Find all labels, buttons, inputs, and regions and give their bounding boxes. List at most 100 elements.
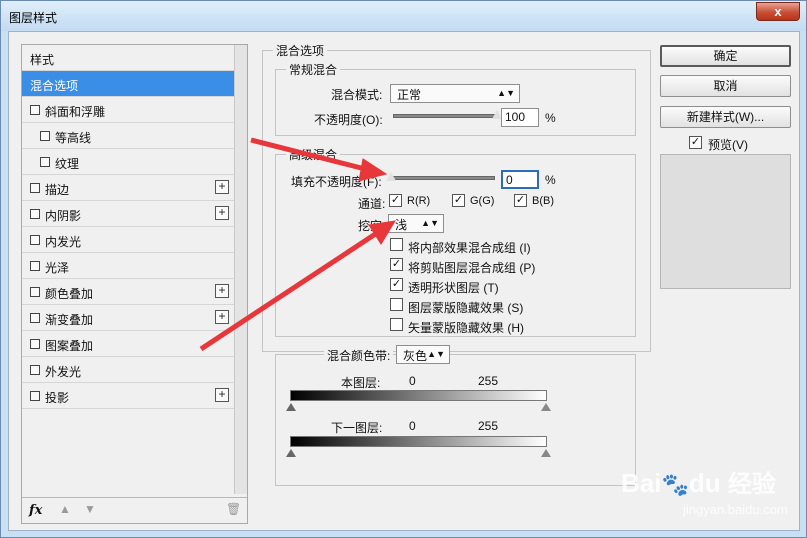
style-list-item[interactable]: 描边 +: [22, 175, 235, 201]
blend-mode-value: 正常: [397, 88, 422, 102]
add-style-instance-button[interactable]: +: [215, 284, 229, 298]
style-checkbox[interactable]: [30, 209, 40, 219]
style-checkbox[interactable]: [40, 131, 50, 141]
this-layer-min: 0: [409, 374, 416, 388]
style-checkbox[interactable]: [30, 339, 40, 349]
window-title: 图层样式: [9, 11, 58, 25]
advanced-option-label: 矢量蒙版隐藏效果 (H): [408, 321, 524, 335]
add-style-instance-button[interactable]: +: [215, 180, 229, 194]
style-list-item-label: 渐变叠加: [45, 313, 94, 327]
advanced-option-checkbox[interactable]: ✓: [390, 258, 403, 271]
move-down-icon[interactable]: ▼: [84, 502, 96, 516]
style-list-item[interactable]: 等高线: [22, 123, 235, 149]
style-checkbox[interactable]: [30, 261, 40, 271]
style-list-item[interactable]: 斜面和浮雕: [22, 97, 235, 123]
watermark-brand2: du: [688, 468, 721, 498]
add-style-instance-button[interactable]: +: [215, 310, 229, 324]
style-checkbox[interactable]: [30, 235, 40, 245]
advanced-option-label: 将内部效果混合成组 (I): [408, 241, 531, 255]
style-list-item-label: 描边: [45, 183, 70, 197]
style-list-item-label: 光泽: [45, 261, 70, 275]
cancel-button[interactable]: 取消: [660, 75, 791, 97]
baidu-watermark: Bai🐾du 经验: [621, 464, 776, 499]
fx-menu-button[interactable]: fx: [29, 503, 42, 518]
blend-mode-label: 混合模式:: [331, 88, 383, 102]
style-list-item[interactable]: 光泽: [22, 253, 235, 279]
blending-options-title: 混合选项: [273, 42, 328, 59]
style-list-item[interactable]: 内阴影 +: [22, 201, 235, 227]
style-list-item[interactable]: 外发光: [22, 357, 235, 383]
style-list-item-label: 内阴影: [45, 209, 82, 223]
style-list-item-label: 内发光: [45, 235, 82, 249]
channel-label: B(B): [532, 195, 554, 207]
add-style-instance-button[interactable]: +: [215, 206, 229, 220]
style-list-item[interactable]: 纹理: [22, 149, 235, 175]
advanced-option-checkbox[interactable]: [390, 298, 403, 311]
below-layer-black-handle[interactable]: [286, 449, 296, 457]
knockout-select[interactable]: 浅 ▲▼: [388, 214, 444, 233]
opacity-slider[interactable]: [393, 114, 497, 118]
style-preview-swatch: [660, 154, 791, 289]
this-layer-black-handle[interactable]: [286, 403, 296, 411]
style-checkbox[interactable]: [30, 105, 40, 115]
opacity-input[interactable]: 100: [501, 108, 539, 127]
channel-label: R(R): [407, 195, 431, 207]
style-checkbox[interactable]: [40, 157, 50, 167]
close-icon: x: [774, 4, 782, 19]
move-up-icon[interactable]: ▲: [59, 502, 71, 516]
select-arrows-icon: ▲▼: [497, 88, 515, 98]
title-bar[interactable]: 图层样式 x: [1, 1, 806, 31]
advanced-option-label: 透明形状图层 (T): [408, 281, 499, 295]
opacity-label: 不透明度(O):: [314, 113, 383, 127]
styles-header-label: 样式: [30, 53, 55, 67]
ok-button[interactable]: 确定: [660, 45, 791, 67]
style-list-item-label: 斜面和浮雕: [45, 105, 106, 119]
style-list-item-label: 混合选项: [30, 79, 79, 93]
style-checkbox[interactable]: [30, 365, 40, 375]
style-list-item[interactable]: 内发光: [22, 227, 235, 253]
style-checkbox[interactable]: [30, 391, 40, 401]
blend-if-select[interactable]: 灰色 ▲▼: [396, 345, 450, 364]
close-button[interactable]: x: [756, 2, 800, 21]
trash-icon[interactable]: 🗑: [226, 502, 241, 516]
style-list-item[interactable]: 渐变叠加 +: [22, 305, 235, 331]
fill-opacity-unit: %: [545, 173, 556, 187]
style-checkbox[interactable]: [30, 313, 40, 323]
blending-options-group: 混合选项 常规混合 混合模式: 正常 ▲▼ 不透明度(O): 100 % 高级混…: [262, 42, 651, 486]
preview-label: 预览(V): [708, 138, 748, 152]
style-checkbox[interactable]: [30, 183, 40, 193]
blend-mode-select[interactable]: 正常 ▲▼: [390, 84, 520, 103]
select-arrows-icon: ▲▼: [421, 218, 439, 228]
style-checkbox[interactable]: [30, 287, 40, 297]
check-icon: ✓: [690, 136, 701, 148]
advanced-option-checkbox[interactable]: ✓: [390, 278, 403, 291]
advanced-option-checkbox[interactable]: [390, 318, 403, 331]
fill-opacity-slider-thumb[interactable]: [386, 172, 396, 181]
style-list-item[interactable]: 投影 +: [22, 383, 235, 409]
channel-checkbox[interactable]: ✓: [452, 194, 465, 207]
layer-style-dialog: 图层样式 x 样式 混合选项斜面和浮雕等高线 纹理描边 + 内阴影 + 内发光光泽颜色叠加…: [0, 0, 807, 538]
channel-checkbox[interactable]: ✓: [514, 194, 527, 207]
below-layer-white-handle[interactable]: [541, 449, 551, 457]
style-list-item[interactable]: 图案叠加: [22, 331, 235, 357]
advanced-option-checkbox[interactable]: [390, 238, 403, 251]
styles-list-header[interactable]: 样式: [22, 45, 235, 71]
add-style-instance-button[interactable]: +: [215, 388, 229, 402]
blend-if-group: 混合颜色带: 灰色 ▲▼ 本图层: 0 255 下一图层: 0 255: [275, 345, 636, 486]
opacity-unit: %: [545, 111, 556, 125]
style-list-item[interactable]: 混合选项: [22, 71, 235, 97]
fill-opacity-input[interactable]: 0: [501, 170, 539, 189]
styles-list: 样式 混合选项斜面和浮雕等高线 纹理描边 + 内阴影 + 内发光光泽颜色叠加 + 渐变叠加 + 图…: [22, 45, 235, 494]
styles-list-scrollbar[interactable]: [234, 45, 247, 494]
style-list-item[interactable]: 颜色叠加 +: [22, 279, 235, 305]
styles-list-panel: 样式 混合选项斜面和浮雕等高线 纹理描边 + 内阴影 + 内发光光泽颜色叠加 + 渐变叠加 + 图…: [21, 44, 248, 524]
blend-if-label: 混合颜色带:: [324, 347, 394, 364]
this-layer-white-handle[interactable]: [541, 403, 551, 411]
opacity-value: 100: [505, 110, 526, 124]
advanced-option-label: 图层蒙版隐藏效果 (S): [408, 301, 524, 315]
new-style-button[interactable]: 新建样式(W)...: [660, 106, 791, 128]
preview-checkbox[interactable]: ✓: [689, 136, 702, 149]
channel-checkbox[interactable]: ✓: [389, 194, 402, 207]
fill-opacity-label: 填充不透明度(F):: [291, 175, 382, 189]
fill-opacity-slider[interactable]: [391, 176, 495, 180]
